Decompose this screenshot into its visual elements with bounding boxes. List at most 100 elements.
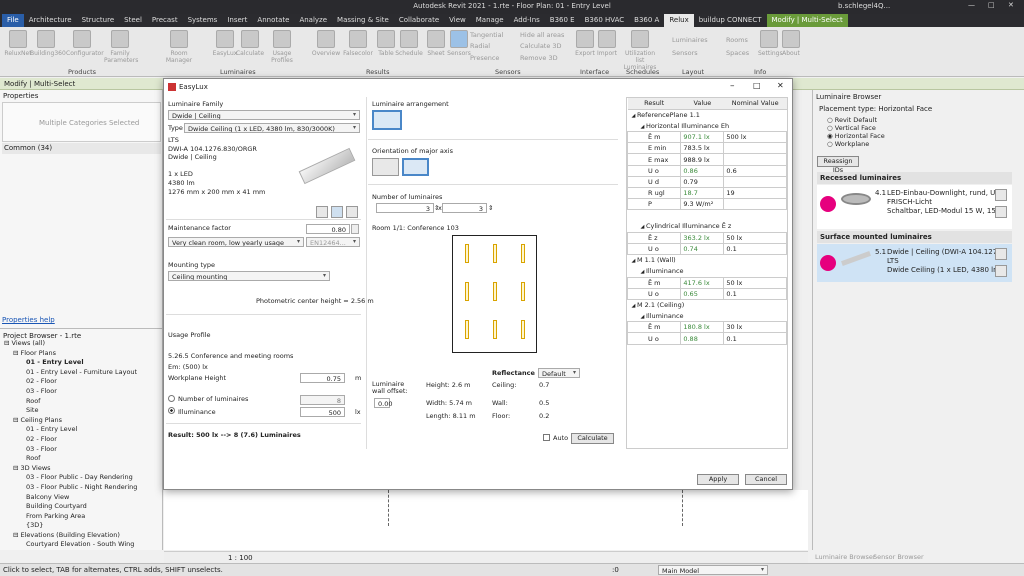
ny-stepper[interactable]: ⇕: [488, 204, 493, 212]
ribbon-configurator-button[interactable]: Configurator: [66, 30, 104, 57]
ribbon-usage-profiles-button[interactable]: Usage Profiles: [266, 30, 298, 64]
mounting-select[interactable]: Ceiling mounting: [168, 271, 330, 281]
properties-help-link[interactable]: Properties help: [2, 316, 55, 324]
maintenance-stepper[interactable]: [351, 224, 359, 234]
browser-item[interactable]: Site: [4, 406, 160, 416]
sensor-radial[interactable]: Radial: [470, 42, 490, 50]
ribbon-about-button[interactable]: About: [780, 30, 802, 57]
tab-architecture[interactable]: Architecture: [24, 14, 77, 27]
luminaire-marker[interactable]: [465, 282, 469, 301]
layout-sensors-checkbox[interactable]: Sensors: [672, 49, 698, 57]
tab-structure[interactable]: Structure: [77, 14, 120, 27]
close-icon[interactable]: ✕: [777, 81, 784, 90]
calculate-button[interactable]: Calculate: [571, 433, 614, 444]
workplane-input[interactable]: 0.75: [300, 373, 345, 383]
ribbon-room-manager-button[interactable]: Room Manager: [163, 30, 195, 64]
tab-view[interactable]: View: [444, 14, 471, 27]
tab-file[interactable]: File: [2, 14, 24, 27]
nx-input[interactable]: 3: [376, 203, 434, 213]
maintenance-input[interactable]: 0.80: [306, 224, 350, 234]
sensor-hide-all-areas[interactable]: Hide all areas: [520, 31, 564, 39]
reassign-ids-button[interactable]: Reassign IDs: [817, 156, 859, 174]
ny-input[interactable]: 3: [442, 203, 487, 213]
browser-item[interactable]: 03 - Floor Public - Day Rendering: [4, 473, 160, 483]
close-icon[interactable]: ✕: [1008, 1, 1014, 9]
luminaire-marker[interactable]: [493, 282, 497, 301]
browser-item[interactable]: ⊟ 3D Views: [4, 464, 160, 474]
ribbon-calculate-button[interactable]: Calculate: [234, 30, 266, 57]
tab-manage[interactable]: Manage: [471, 14, 509, 27]
browser-item[interactable]: ⊟ Floor Plans: [4, 349, 160, 359]
luminaire-marker[interactable]: [521, 244, 525, 263]
browser-item[interactable]: 01 - Entry Level: [4, 425, 160, 435]
orientation-vertical-icon[interactable]: [402, 158, 429, 176]
luminaire-marker[interactable]: [521, 282, 525, 301]
browser-item[interactable]: ⊟ Views (all): [4, 339, 160, 349]
drawing-canvas[interactable]: [164, 490, 808, 550]
tab-relux[interactable]: Relux: [664, 14, 694, 27]
luminaire-marker[interactable]: [521, 320, 525, 339]
tab-b360-hvac[interactable]: B360 HVAC: [580, 14, 630, 27]
surface-item[interactable]: 5.1 Dwide | Ceiling (DWI-A 104.1276 LTS …: [817, 244, 1012, 282]
tab-b360-e[interactable]: B360 E: [545, 14, 580, 27]
settings-icon[interactable]: [995, 248, 1007, 260]
minimize-icon[interactable]: –: [730, 81, 735, 91]
sensor-tangential[interactable]: Tangential: [470, 31, 503, 39]
num-luminaires-input[interactable]: 8: [300, 395, 345, 405]
tab-add-ins[interactable]: Add-Ins: [509, 14, 545, 27]
browser-item[interactable]: 03 - Floor: [4, 445, 160, 455]
collapse-icon[interactable]: ⊟: [13, 349, 21, 357]
browser-item[interactable]: {3D}: [4, 521, 160, 531]
browser-item[interactable]: Balcony View: [4, 493, 160, 503]
tab-insert[interactable]: Insert: [222, 14, 252, 27]
view-icon-2[interactable]: [331, 206, 343, 218]
apply-button[interactable]: Apply: [697, 474, 739, 485]
tab-precast[interactable]: Precast: [147, 14, 183, 27]
browser-item[interactable]: 02 - Floor: [4, 435, 160, 445]
collapse-icon[interactable]: ⊟: [13, 531, 21, 539]
tab-b360-a[interactable]: B360 A: [629, 14, 664, 27]
placement-option[interactable]: ◉ Horizontal Face: [827, 132, 885, 140]
browser-item[interactable]: 02 - Floor: [4, 377, 160, 387]
illuminance-input[interactable]: 500: [300, 407, 345, 417]
sensor-remove-3d[interactable]: Remove 3D: [520, 54, 558, 62]
sensor-presence[interactable]: Presence: [470, 54, 499, 62]
settings-icon[interactable]: [995, 189, 1007, 201]
orientation-horizontal-icon[interactable]: [372, 158, 399, 176]
type-selector[interactable]: Multiple Categories Selected: [2, 102, 161, 142]
tab-sensor-browser[interactable]: Sensor Browser: [873, 553, 924, 561]
tab-annotate[interactable]: Annotate: [252, 14, 294, 27]
collapse-icon[interactable]: ⊟: [13, 464, 21, 472]
tab-steel[interactable]: Steel: [119, 14, 147, 27]
type-select[interactable]: Dwide Ceiling (1 x LED, 4380 lm, 830/300…: [184, 123, 360, 133]
user-name[interactable]: b.schlegel4Q...: [838, 2, 890, 10]
layout-luminaires-checkbox[interactable]: Luminaires: [672, 36, 708, 44]
layout-rooms-checkbox[interactable]: Rooms: [726, 36, 748, 44]
tab-buildup-connect[interactable]: buildup CONNECT: [694, 14, 767, 27]
ribbon-import-button[interactable]: Import: [591, 30, 623, 57]
family-select[interactable]: Dwide | Ceiling: [168, 110, 360, 120]
browser-item[interactable]: Building Courtyard: [4, 502, 160, 512]
collapse-icon[interactable]: ⊟: [13, 416, 21, 424]
ribbon-building360-button[interactable]: Building360: [30, 30, 66, 57]
tab-luminaire-browser[interactable]: Luminaire Browser: [815, 553, 876, 561]
arrangement-grid-icon[interactable]: [372, 110, 402, 130]
browser-item[interactable]: ⊟ Elevations (Building Elevation): [4, 531, 160, 541]
sensor-calculate-3d[interactable]: Calculate 3D: [520, 42, 562, 50]
placement-option[interactable]: ○ Revit Default: [827, 116, 885, 124]
tab-systems[interactable]: Systems: [183, 14, 223, 27]
browser-item[interactable]: Courtyard Elevation - South Wing: [4, 540, 160, 550]
room-layout-preview[interactable]: [452, 235, 537, 353]
layout-spaces-checkbox[interactable]: Spaces: [726, 49, 749, 57]
ribbon-overview-button[interactable]: Overview: [310, 30, 342, 57]
luminaire-marker[interactable]: [493, 244, 497, 263]
ribbon-utilization-list-luminaires-button[interactable]: Utilization list Luminaires: [620, 30, 660, 71]
norm-select[interactable]: EN12464...: [306, 237, 360, 247]
maintenance-select[interactable]: Very clean room, low yearly usage: [168, 237, 304, 247]
reflectance-select[interactable]: Default: [538, 368, 580, 378]
browser-item[interactable]: Roof: [4, 454, 160, 464]
browser-item[interactable]: 01 - Entry Level - Furniture Layout: [4, 368, 160, 378]
luminaire-marker[interactable]: [465, 244, 469, 263]
collapse-icon[interactable]: ⊟: [4, 339, 12, 347]
radio-num-luminaires[interactable]: [168, 395, 175, 402]
